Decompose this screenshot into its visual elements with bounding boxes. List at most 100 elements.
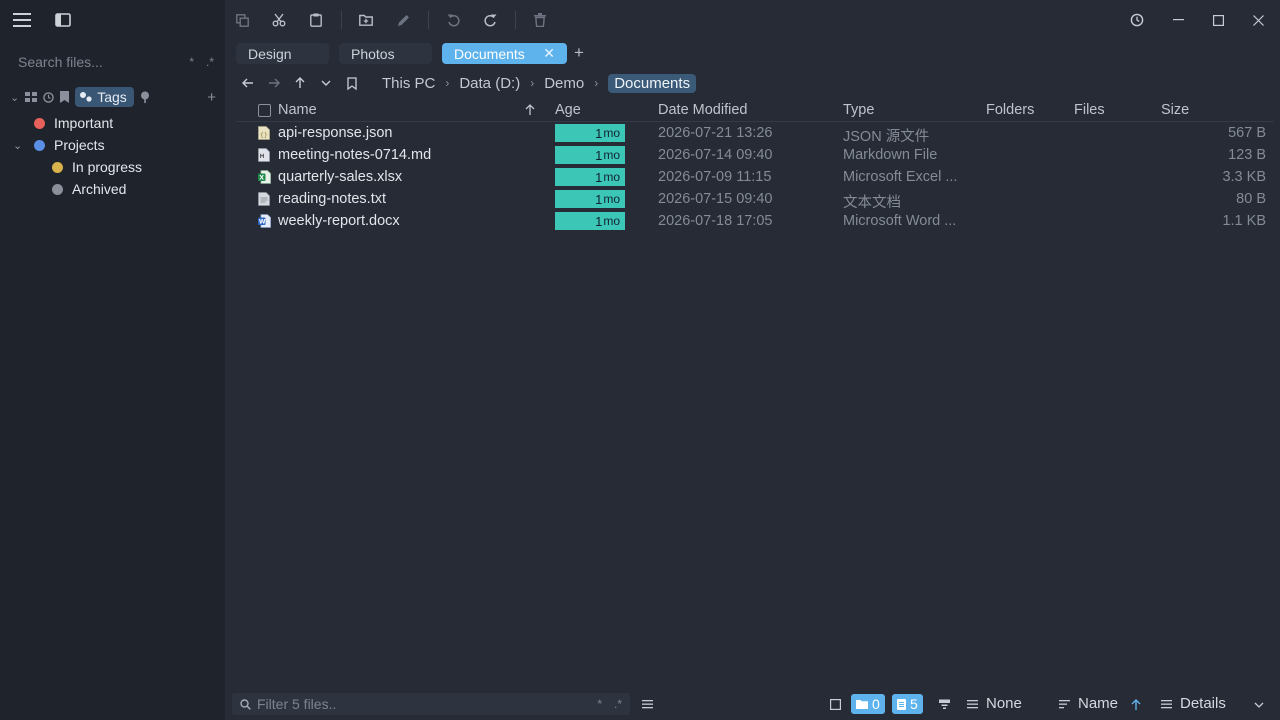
close-tab-icon[interactable]: ✕ [543, 45, 555, 62]
up-arrow-icon[interactable] [292, 75, 308, 91]
history-dropdown-icon[interactable] [318, 75, 334, 91]
redo-icon[interactable] [481, 11, 499, 29]
column-header-age[interactable]: Age [555, 102, 581, 118]
sort-ascending-icon[interactable] [525, 104, 535, 116]
search-input[interactable]: Search files... * .* [18, 52, 214, 72]
file-date-modified: 2026-07-14 09:40 [658, 147, 773, 163]
tag-item-projects[interactable]: ⌄ Projects [0, 134, 225, 156]
group-icon [967, 699, 978, 708]
column-header-folders[interactable]: Folders [986, 102, 1034, 118]
bookmark-icon[interactable] [344, 75, 360, 91]
breadcrumb-item-demo[interactable]: Demo [544, 75, 584, 92]
grid-view-icon[interactable] [25, 92, 38, 102]
add-tag-icon[interactable]: + [207, 89, 216, 106]
group-by-label: None [986, 695, 1022, 712]
file-date-modified: 2026-07-18 17:05 [658, 213, 773, 229]
toolbar-separator [428, 11, 429, 29]
file-type: JSON 源文件 [843, 129, 930, 145]
json-file-icon: {} [258, 126, 270, 140]
sort-direction-icon[interactable] [1129, 698, 1143, 712]
sort-icon [1059, 699, 1070, 708]
rename-icon[interactable] [394, 11, 412, 29]
select-all-checkbox[interactable] [258, 104, 271, 117]
tab-label: Design [248, 45, 292, 62]
file-row[interactable]: {} api-response.json 1 mo 2026-07-21 13:2… [236, 122, 1274, 145]
breadcrumb-item-data-d[interactable]: Data (D:) [459, 75, 520, 92]
tags-view-button[interactable]: Tags [75, 87, 134, 107]
minimize-icon[interactable] [1169, 11, 1187, 29]
toggle-sidebar-icon[interactable] [53, 10, 73, 30]
file-count: 5 [910, 696, 918, 712]
breadcrumb-item-documents[interactable]: Documents [608, 73, 697, 93]
age-unit: mo [603, 170, 620, 184]
collapse-chevron-icon[interactable]: ⌄ [10, 91, 19, 104]
wildcard-toggle[interactable]: * [597, 697, 602, 711]
file-row[interactable]: W weekly-report.docx 1 mo 2026-07-18 17:0… [236, 210, 1274, 232]
file-date-modified: 2026-07-15 09:40 [658, 191, 773, 207]
selection-checkbox-icon[interactable] [829, 697, 841, 711]
column-header-type[interactable]: Type [843, 102, 874, 118]
group-by-control[interactable]: None [967, 695, 1022, 712]
tag-label: Projects [54, 137, 105, 153]
sort-by-control[interactable]: Name [1059, 695, 1118, 712]
list-options-icon[interactable] [642, 697, 653, 711]
copy-icon[interactable] [233, 11, 251, 29]
regex-toggle[interactable]: .* [614, 697, 622, 711]
folder-count-badge[interactable]: 0 [851, 694, 885, 714]
new-folder-icon[interactable] [357, 11, 375, 29]
cut-icon[interactable] [270, 11, 288, 29]
file-list: {} api-response.json 1 mo 2026-07-21 13:2… [236, 122, 1274, 232]
menu-icon[interactable] [12, 10, 32, 30]
tag-label: Archived [72, 181, 127, 197]
tab-photos[interactable]: Photos [339, 43, 432, 64]
delete-icon[interactable] [531, 11, 549, 29]
wildcard-toggle[interactable]: * [189, 55, 194, 69]
breadcrumb: This PC › Data (D:) › Demo › Documents [382, 72, 697, 94]
undo-icon[interactable] [444, 11, 462, 29]
view-mode-dropdown-icon[interactable] [1253, 699, 1265, 711]
column-header-date-modified[interactable]: Date Modified [658, 102, 747, 118]
breadcrumb-item-this-pc[interactable]: This PC [382, 75, 435, 92]
breadcrumb-separator: › [530, 76, 535, 90]
maximize-icon[interactable] [1209, 11, 1227, 29]
breadcrumb-separator: › [445, 76, 450, 90]
age-unit: mo [603, 192, 620, 206]
filter-input[interactable]: Filter 5 files.. * .* [232, 693, 630, 715]
tag-label: Important [54, 115, 114, 131]
view-mode-label: Details [1180, 695, 1226, 712]
svg-text:{}: {} [260, 132, 268, 139]
tag-item-important[interactable]: Important [0, 112, 225, 134]
folder-icon [856, 700, 868, 709]
column-header-name[interactable]: Name [278, 102, 317, 118]
file-row[interactable]: X quarterly-sales.xlsx 1 mo 2026-07-09 11… [236, 166, 1274, 188]
filter-type-icon[interactable] [937, 697, 951, 711]
column-header-files[interactable]: Files [1074, 102, 1105, 118]
navigation-bar: This PC › Data (D:) › Demo › Documents [236, 72, 1280, 94]
back-arrow-icon[interactable] [240, 75, 256, 91]
svg-text:X: X [259, 175, 264, 182]
view-mode-control[interactable]: Details [1161, 695, 1226, 712]
forward-arrow-icon[interactable] [266, 75, 282, 91]
expand-chevron-icon[interactable]: ⌄ [13, 139, 22, 152]
new-tab-button[interactable]: + [574, 43, 584, 63]
age-value: 1 [595, 191, 603, 207]
svg-text:W: W [259, 219, 266, 226]
file-count-badge[interactable]: 5 [892, 694, 923, 714]
tab-documents[interactable]: Documents ✕ [442, 43, 567, 64]
file-row[interactable]: reading-notes.txt 1 mo 2026-07-15 09:40 文… [236, 188, 1274, 211]
close-window-icon[interactable] [1249, 11, 1267, 29]
regex-toggle[interactable]: .* [206, 55, 214, 69]
tag-item-in-progress[interactable]: In progress [0, 156, 225, 178]
sidebar-view-switcher: ⌄ Tags + [10, 87, 216, 107]
tag-item-archived[interactable]: Archived [0, 178, 225, 200]
paste-icon[interactable] [307, 11, 325, 29]
bookmark-icon[interactable] [60, 91, 70, 103]
column-header-size[interactable]: Size [1161, 102, 1189, 118]
folder-count: 0 [872, 696, 880, 712]
tab-design[interactable]: Design [236, 43, 329, 64]
history-icon[interactable] [1128, 11, 1146, 29]
history-icon[interactable] [43, 91, 54, 103]
pin-icon[interactable] [140, 91, 150, 103]
file-type: Microsoft Excel ... [843, 169, 958, 185]
file-row[interactable]: meeting-notes-0714.md 1 mo 2026-07-14 09:… [236, 144, 1274, 166]
